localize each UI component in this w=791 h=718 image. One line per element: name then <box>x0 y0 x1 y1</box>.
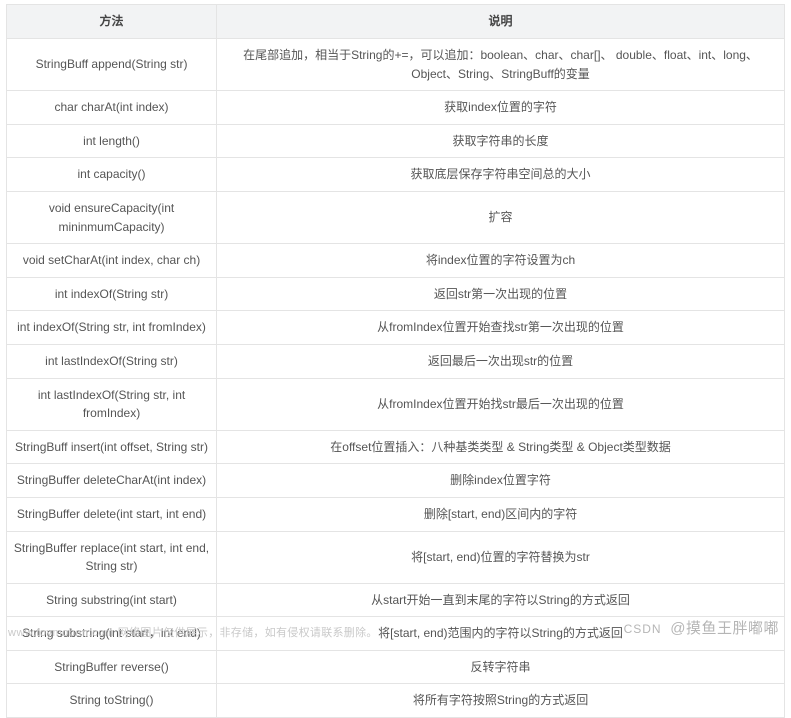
table-row: void ensureCapacity(int mininmumCapacity… <box>7 191 785 243</box>
cell-desc: 返回最后一次出现str的位置 <box>217 344 785 378</box>
cell-desc: 返回str第一次出现的位置 <box>217 277 785 311</box>
header-method: 方法 <box>7 5 217 39</box>
cell-desc: 获取字符串的长度 <box>217 124 785 158</box>
cell-method: void setCharAt(int index, char ch) <box>7 244 217 278</box>
cell-method: int lastIndexOf(String str) <box>7 344 217 378</box>
cell-desc: 将[start, end)位置的字符替换为str <box>217 531 785 583</box>
table-row: StringBuffer replace(int start, int end,… <box>7 531 785 583</box>
table-row: StringBuff append(String str)在尾部追加，相当于St… <box>7 39 785 91</box>
cell-method: int length() <box>7 124 217 158</box>
cell-method: int capacity() <box>7 158 217 192</box>
method-table-wrap: 方法 说明 StringBuff append(String str)在尾部追加… <box>0 0 791 718</box>
watermark-name: @摸鱼王胖嘟嘟 <box>670 620 779 637</box>
footer-note: www.toymoban.com 网络图片仅供展示，非存储，如有侵权请联系删除。 <box>8 624 378 640</box>
table-row: StringBuff insert(int offset, String str… <box>7 430 785 464</box>
footer-domain: www.toymoban.com <box>8 627 114 639</box>
cell-method: StringBuffer deleteCharAt(int index) <box>7 464 217 498</box>
cell-desc: 反转字符串 <box>217 650 785 684</box>
table-row: void setCharAt(int index, char ch)将index… <box>7 244 785 278</box>
table-row: int indexOf(String str)返回str第一次出现的位置 <box>7 277 785 311</box>
cell-desc: 从start开始一直到末尾的字符以String的方式返回 <box>217 583 785 617</box>
table-row: StringBuffer reverse()反转字符串 <box>7 650 785 684</box>
cell-desc: 在尾部追加，相当于String的+=，可以追加：boolean、char、cha… <box>217 39 785 91</box>
cell-desc: 获取底层保存字符串空间总的大小 <box>217 158 785 192</box>
cell-method: char charAt(int index) <box>7 91 217 125</box>
cell-method: String toString() <box>7 684 217 718</box>
table-row: int indexOf(String str, int fromIndex)从f… <box>7 311 785 345</box>
table-header-row: 方法 说明 <box>7 5 785 39</box>
cell-method: int indexOf(String str, int fromIndex) <box>7 311 217 345</box>
table-row: int lastIndexOf(String str)返回最后一次出现str的位… <box>7 344 785 378</box>
cell-desc: 获取index位置的字符 <box>217 91 785 125</box>
cell-desc: 扩容 <box>217 191 785 243</box>
table-row: StringBuffer deleteCharAt(int index)删除in… <box>7 464 785 498</box>
table-row: int lastIndexOf(String str, int fromInde… <box>7 378 785 430</box>
cell-desc: 删除index位置字符 <box>217 464 785 498</box>
cell-method: StringBuffer replace(int start, int end,… <box>7 531 217 583</box>
cell-method: int lastIndexOf(String str, int fromInde… <box>7 378 217 430</box>
table-row: String toString()将所有字符按照String的方式返回 <box>7 684 785 718</box>
cell-desc: 将所有字符按照String的方式返回 <box>217 684 785 718</box>
watermark-prefix: CSDN <box>624 622 662 636</box>
method-table: 方法 说明 StringBuff append(String str)在尾部追加… <box>6 4 785 718</box>
cell-method: int indexOf(String str) <box>7 277 217 311</box>
cell-method: void ensureCapacity(int mininmumCapacity… <box>7 191 217 243</box>
header-desc: 说明 <box>217 5 785 39</box>
cell-desc: 从fromIndex位置开始查找str第一次出现的位置 <box>217 311 785 345</box>
footer-text: 网络图片仅供展示，非存储，如有侵权请联系删除。 <box>118 627 378 639</box>
table-row: char charAt(int index)获取index位置的字符 <box>7 91 785 125</box>
cell-method: StringBuff append(String str) <box>7 39 217 91</box>
cell-method: StringBuffer delete(int start, int end) <box>7 497 217 531</box>
cell-desc: 从fromIndex位置开始找str最后一次出现的位置 <box>217 378 785 430</box>
table-row: int length()获取字符串的长度 <box>7 124 785 158</box>
watermark: CSDN @摸鱼王胖嘟嘟 <box>624 617 779 638</box>
cell-method: String substring(int start) <box>7 583 217 617</box>
cell-desc: 在offset位置插入：八种基类类型 & String类型 & Object类型… <box>217 430 785 464</box>
cell-desc: 删除[start, end)区间内的字符 <box>217 497 785 531</box>
table-row: StringBuffer delete(int start, int end)删… <box>7 497 785 531</box>
cell-method: StringBuff insert(int offset, String str… <box>7 430 217 464</box>
cell-desc: 将index位置的字符设置为ch <box>217 244 785 278</box>
table-row: String substring(int start)从start开始一直到末尾… <box>7 583 785 617</box>
cell-method: StringBuffer reverse() <box>7 650 217 684</box>
table-row: int capacity()获取底层保存字符串空间总的大小 <box>7 158 785 192</box>
